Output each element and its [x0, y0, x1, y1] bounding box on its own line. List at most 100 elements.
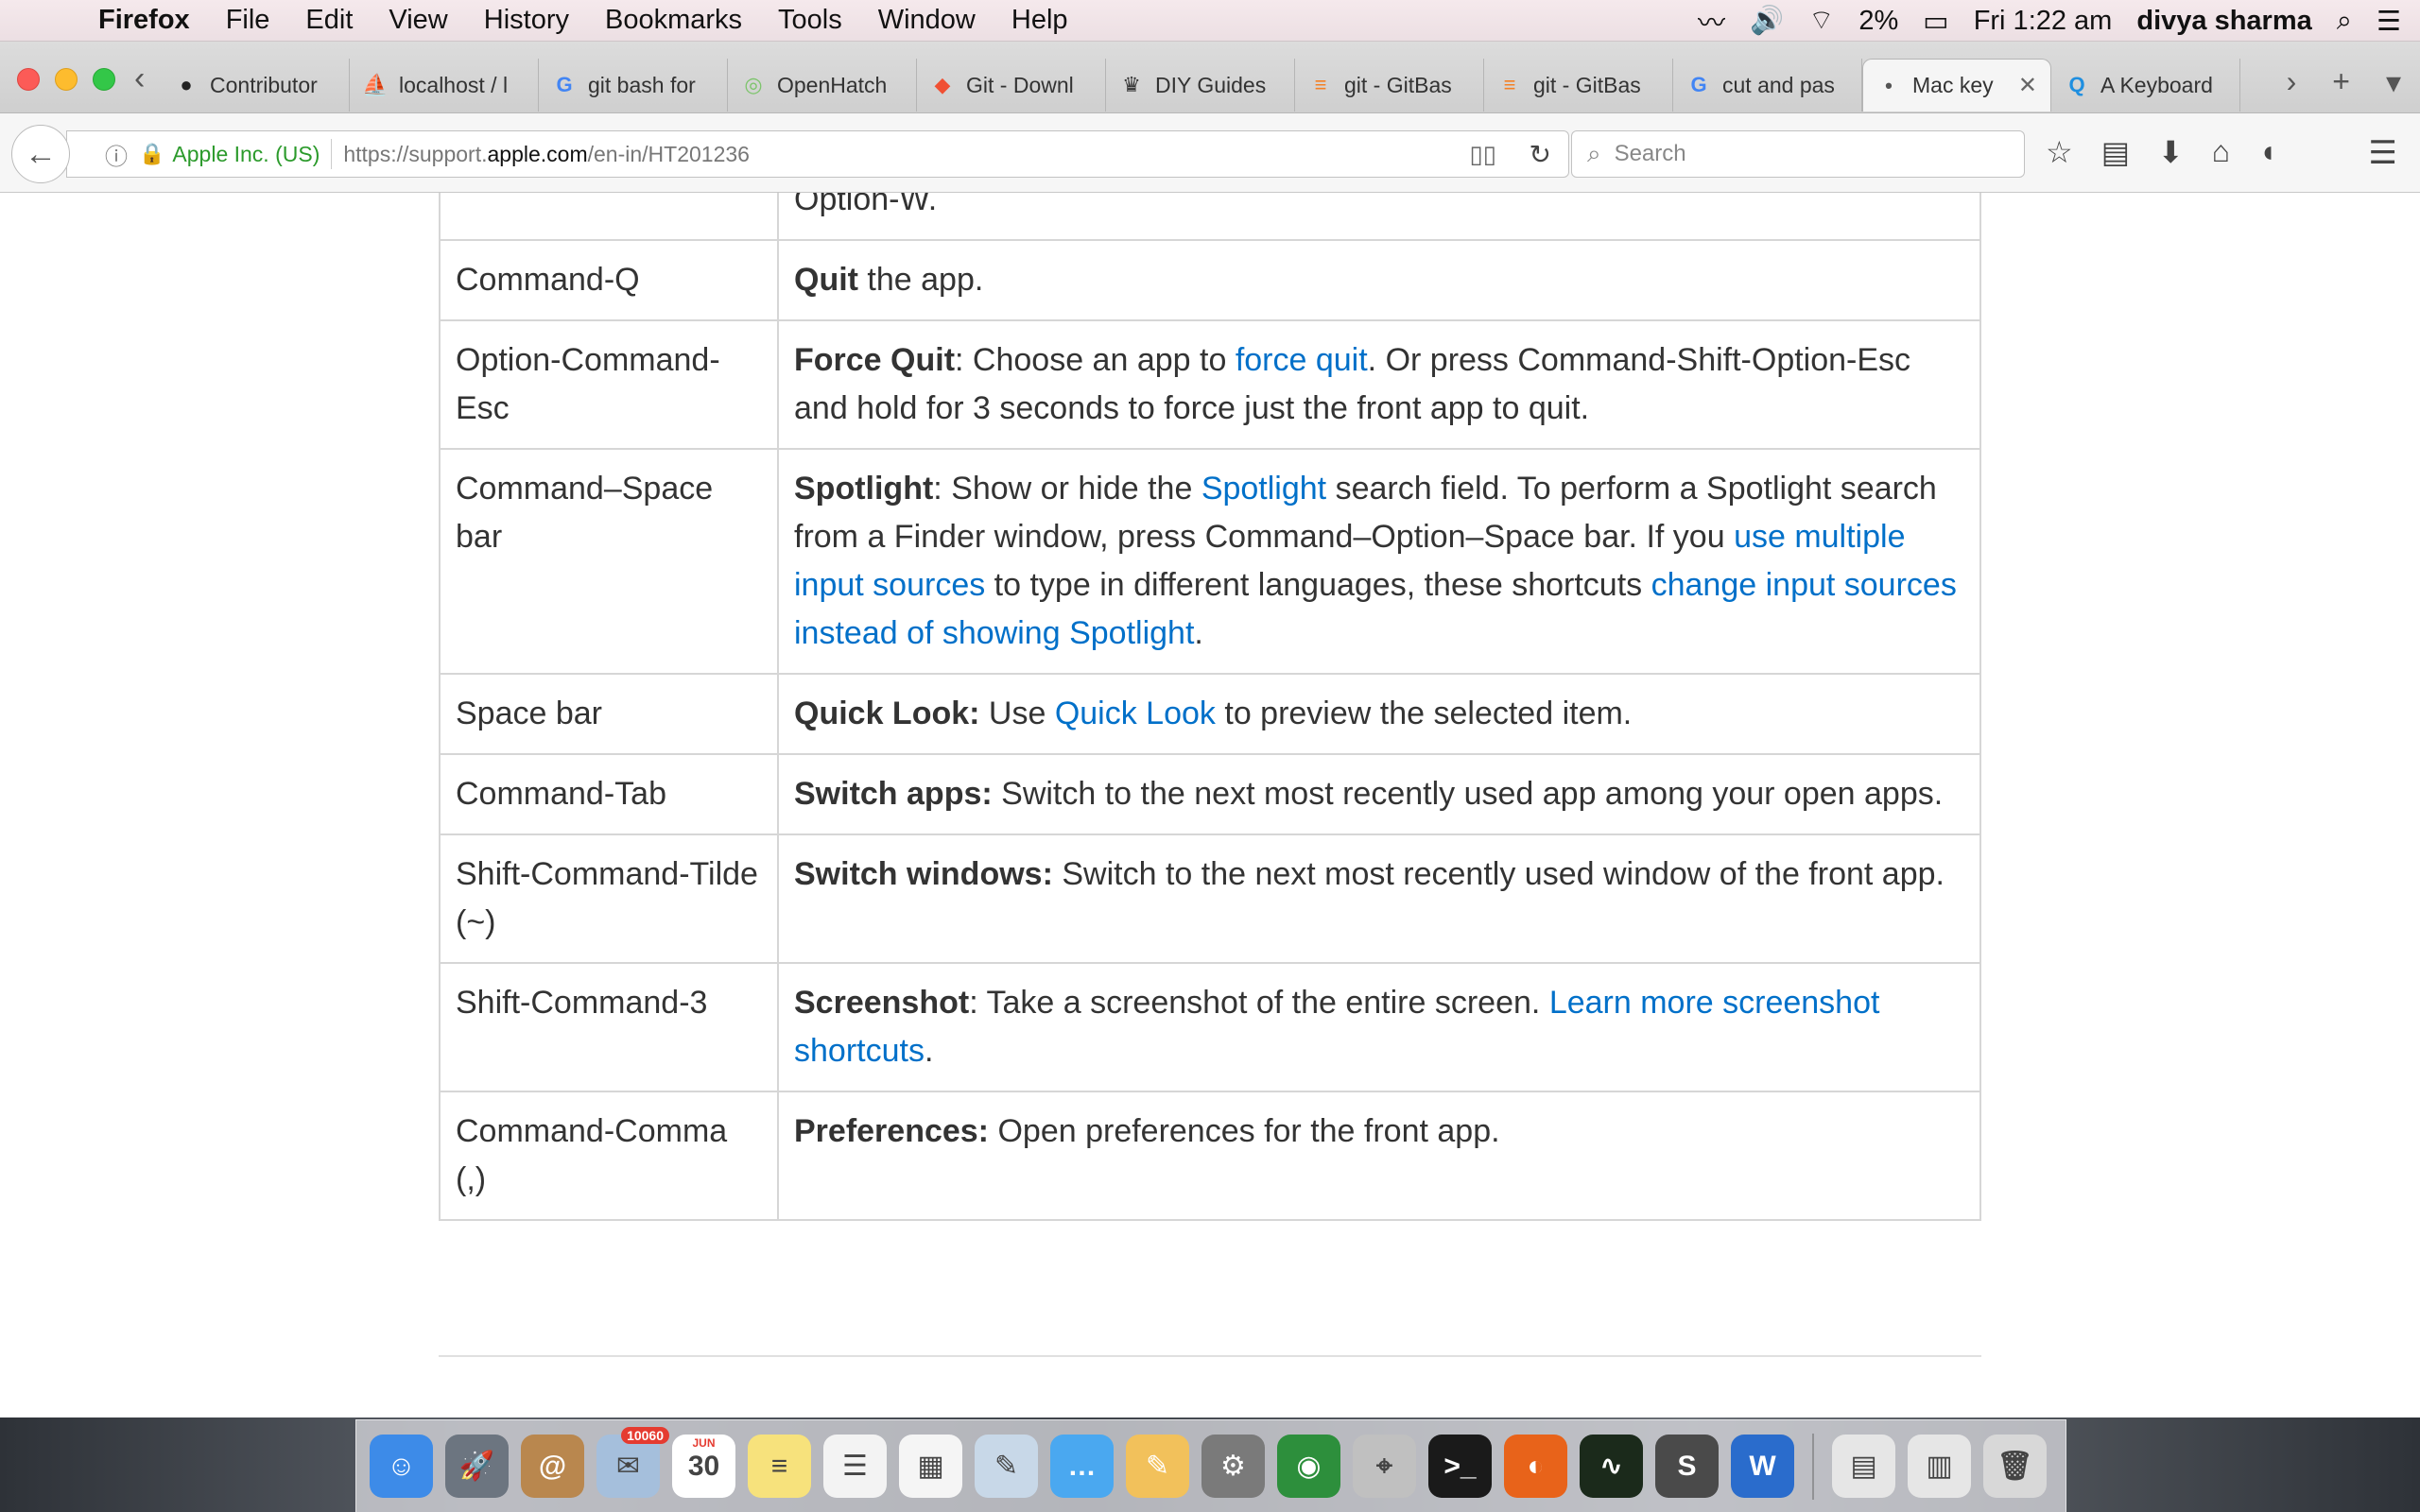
inline-link[interactable]: force quit — [1236, 342, 1368, 378]
volume-icon[interactable]: 🔊 — [1750, 5, 1784, 37]
google-icon: G — [1690, 73, 1707, 96]
clock[interactable]: Fri 1:22 am — [1974, 6, 2113, 37]
messages-icon[interactable]: … — [1050, 1435, 1114, 1498]
downloads-stack-icon[interactable]: ▤ — [1832, 1435, 1895, 1498]
window-close-button[interactable] — [17, 68, 40, 91]
shortcut-description: Quit the app. — [777, 239, 1981, 321]
tab-1[interactable]: ⛵ localhost / l — [350, 59, 539, 112]
wifi-icon[interactable]: ⌔ — [1808, 4, 1834, 38]
menu-edit[interactable]: Edit — [305, 5, 353, 36]
spotlight-search-icon[interactable]: ⌕ — [2337, 6, 2352, 37]
new-tab-icon[interactable]: + — [2332, 64, 2350, 100]
tab-label: localhost / l — [399, 72, 509, 97]
tab-5[interactable]: ♛ DIY Guides — [1106, 59, 1295, 112]
menu-view[interactable]: View — [389, 5, 447, 36]
system-preferences-icon[interactable]: ⚙ — [1201, 1435, 1265, 1498]
trash-icon[interactable]: 🗑 — [1983, 1435, 2047, 1498]
open-menu-icon[interactable]: ☰ — [2369, 134, 2397, 172]
battery-percent[interactable]: 2% — [1858, 6, 1898, 37]
shortcut-description: Switch windows: Switch to the next most … — [777, 833, 1981, 964]
shortcut-key: Space bar — [439, 673, 779, 755]
sublime-text-icon[interactable]: S — [1655, 1435, 1719, 1498]
shortcut-name: Force Quit — [794, 342, 956, 378]
pocket-icon[interactable]: ◖ — [2258, 134, 2276, 170]
menu-tools[interactable]: Tools — [778, 5, 842, 36]
menu-help[interactable]: Help — [1011, 5, 1068, 36]
shortcut-name: Quit — [794, 262, 858, 298]
url-text[interactable]: https://support.apple.com/en-in/HT201236 — [343, 142, 750, 167]
network-utility-icon[interactable]: ◉ — [1277, 1435, 1340, 1498]
directory-utility-icon[interactable]: ⌖ — [1353, 1435, 1416, 1498]
user-name[interactable]: divya sharma — [2136, 6, 2311, 37]
tab-9[interactable]: • Mac key ✕ — [1862, 59, 2051, 112]
list-all-tabs-icon[interactable]: ▾ — [2386, 64, 2401, 100]
menu-file[interactable]: File — [226, 5, 270, 36]
table-row: Command–Space bar Spotlight: Show or hide… — [439, 448, 1981, 675]
bookmarks-menu-icon[interactable]: ▤ — [2101, 134, 2130, 170]
section-divider — [439, 1355, 1981, 1357]
tab-label: git - GitBas — [1344, 72, 1452, 97]
bookmark-star-icon[interactable]: ☆ — [2046, 134, 2073, 170]
url-bar[interactable]: ⓘ 🔒 Apple Inc. (US) https://support.appl… — [66, 130, 1569, 178]
notes-glyph: ≡ — [770, 1450, 788, 1482]
app-grid-icon[interactable]: ▦ — [899, 1435, 962, 1498]
shortcut-name: Preferences: — [794, 1113, 990, 1149]
activity-monitor-icon[interactable]: ∿ — [1580, 1435, 1643, 1498]
menu-bookmarks[interactable]: Bookmarks — [605, 5, 742, 36]
phpmyadmin-icon: ⛵ — [362, 73, 389, 96]
finder-icon[interactable]: ☺ — [370, 1435, 433, 1498]
notes-icon[interactable]: ≡ — [748, 1435, 811, 1498]
inline-link[interactable]: Quick Look — [1055, 696, 1216, 731]
reload-icon[interactable]: ↻ — [1530, 139, 1551, 170]
table-row: Shift-Command-Tilde (~) Switch windows: S… — [439, 833, 1981, 964]
word-icon[interactable]: W — [1731, 1435, 1794, 1498]
notification-center-icon[interactable]: ☰ — [2377, 5, 2401, 38]
battery-icon[interactable]: ▭ — [1923, 5, 1948, 38]
menu-history[interactable]: History — [484, 5, 569, 36]
textedit-icon[interactable]: ✎ — [1126, 1435, 1189, 1498]
tab-label: OpenHatch — [777, 72, 888, 97]
tab-3[interactable]: ◎ OpenHatch — [728, 59, 917, 112]
downloads-icon[interactable]: ⬇ — [2158, 134, 2184, 170]
back-button[interactable]: ← — [11, 125, 70, 183]
tab-2[interactable]: Ggit bash for — [539, 59, 728, 112]
window-zoom-button[interactable] — [93, 68, 115, 91]
contacts-icon[interactable]: @ — [521, 1435, 584, 1498]
firefox-icon[interactable]: ◐ — [1504, 1435, 1567, 1498]
search-input[interactable]: ⌕ Search — [1571, 130, 2025, 178]
tab-scroll-left-icon[interactable]: ‹ — [134, 60, 145, 97]
activity-icon[interactable]: 〰 — [1698, 1, 1725, 41]
tab-8[interactable]: Gcut and pas — [1673, 59, 1862, 112]
home-icon[interactable]: ⌂ — [2212, 134, 2230, 170]
terminal-icon[interactable]: >_ — [1428, 1435, 1492, 1498]
tab-4[interactable]: ◆ Git - Downl — [917, 59, 1106, 112]
description-text: Switch to the next most recently used wi… — [1052, 856, 1945, 892]
url-prefix: https://support. — [343, 141, 488, 166]
shortcut-key: Command-Q — [439, 239, 779, 321]
close-tab-icon[interactable]: ✕ — [2018, 72, 2037, 99]
tab-scroll-right-icon[interactable]: › — [2287, 64, 2297, 100]
site-info-icon[interactable]: ⓘ — [105, 138, 128, 171]
window-minimize-button[interactable] — [55, 68, 78, 91]
menu-window[interactable]: Window — [878, 5, 976, 36]
downloads-stack-glyph: ▤ — [1850, 1451, 1877, 1482]
site-identity[interactable]: Apple Inc. (US) — [172, 142, 320, 167]
tab-0[interactable]: ● Contributor — [161, 59, 350, 112]
mail-icon[interactable]: ✉ 10060 — [596, 1427, 669, 1498]
tab-strip: ‹ ● Contributor ⛵ localhost / l Ggit bash fo… — [0, 42, 2420, 113]
tab-7[interactable]: ≡ git - GitBas — [1484, 59, 1673, 112]
secure-lock-icon[interactable]: 🔒 — [139, 142, 164, 166]
dock-separator — [1812, 1433, 1814, 1500]
menu-app-firefox[interactable]: Firefox — [98, 5, 190, 36]
preview-icon[interactable]: ✎ — [975, 1435, 1038, 1498]
tab-10[interactable]: Q A Keyboard — [2051, 59, 2240, 112]
calendar-icon[interactable]: 30 JUN — [672, 1435, 735, 1498]
reader-view-icon[interactable]: ▯▯ — [1469, 140, 1496, 169]
launchpad-glyph: 🚀 — [458, 1451, 495, 1482]
documents-stack-icon[interactable]: ▥ — [1908, 1435, 1971, 1498]
launchpad-icon[interactable]: 🚀 — [445, 1435, 509, 1498]
mail-badge: 10060 — [621, 1427, 669, 1444]
tab-6[interactable]: ≡ git - GitBas — [1295, 59, 1484, 112]
inline-link[interactable]: Spotlight — [1201, 471, 1326, 507]
reminders-icon[interactable]: ☰ — [823, 1435, 887, 1498]
